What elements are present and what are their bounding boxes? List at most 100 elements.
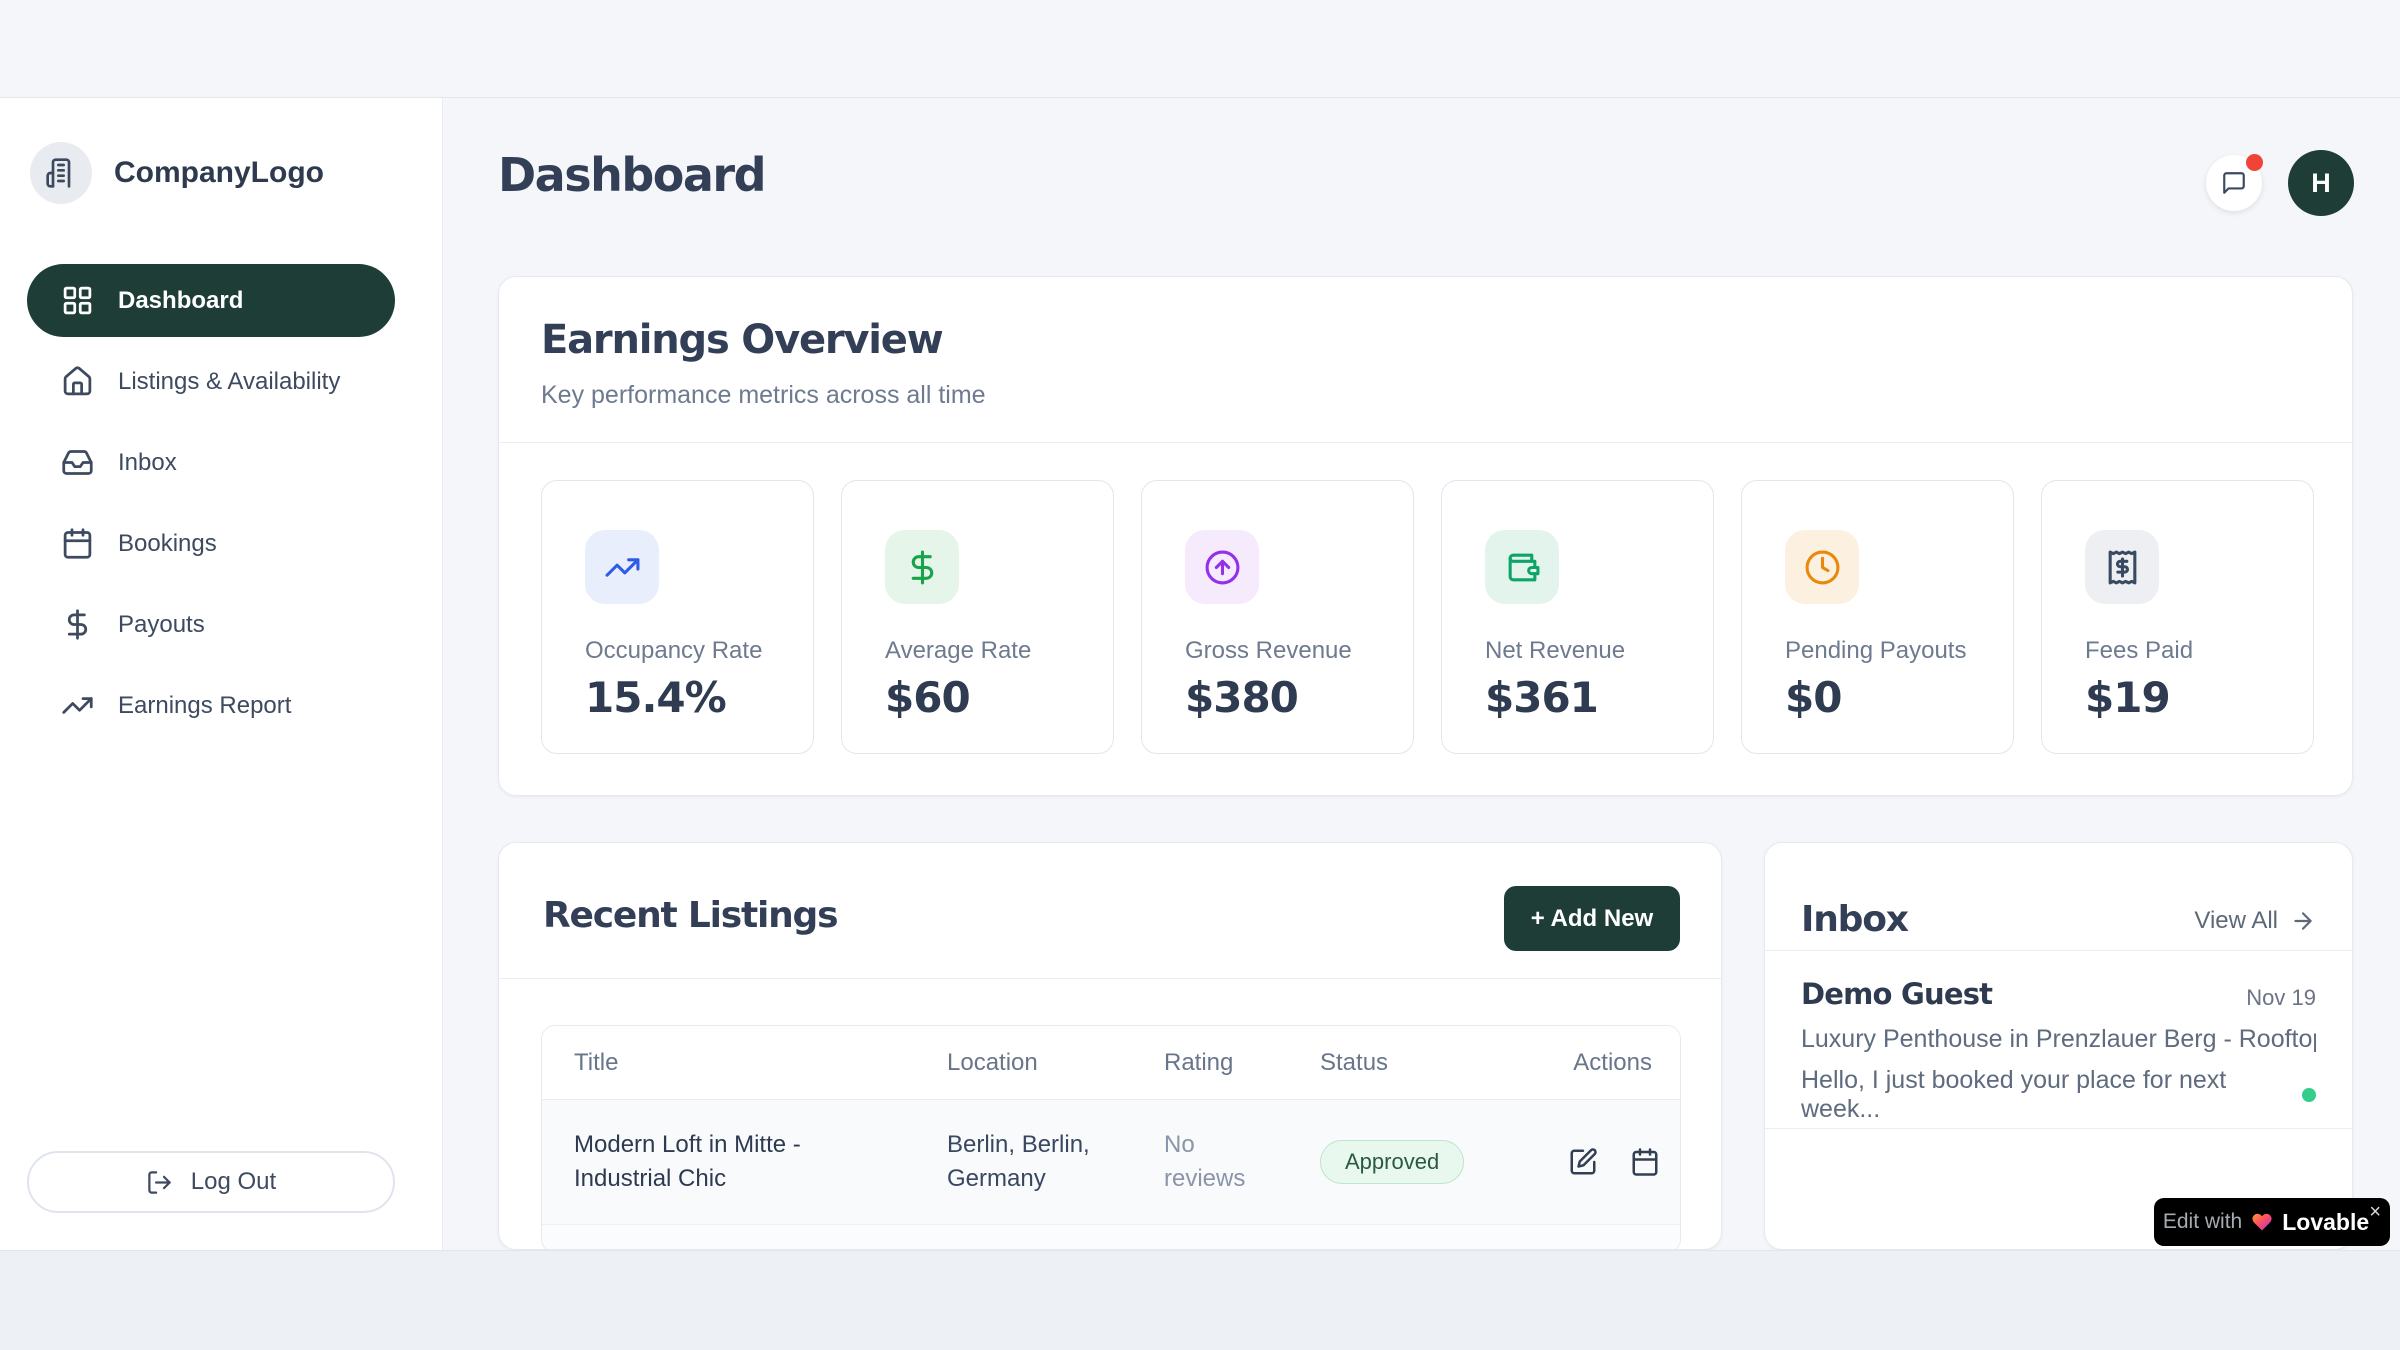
message-square-icon: [2221, 170, 2247, 196]
trending-up-icon: [61, 689, 94, 722]
message-sender: Demo Guest: [1801, 977, 1992, 1011]
metric-value: $60: [885, 673, 970, 722]
clock-icon: [1785, 530, 1859, 604]
metric-card-net-revenue: Net Revenue $361: [1441, 480, 1714, 754]
recent-listings-card: Recent Listings + Add New Title Location…: [498, 842, 1722, 1250]
metric-card-average-rate: Average Rate $60: [841, 480, 1114, 754]
sidebar-item-payouts[interactable]: Payouts: [27, 588, 395, 661]
edit-pencil-icon: [1568, 1147, 1598, 1177]
sidebar-item-inbox[interactable]: Inbox: [27, 426, 395, 499]
column-header-actions: Actions: [1568, 1049, 1652, 1077]
app-canvas: CompanyLogo Dashboard: [0, 0, 2400, 1350]
column-header-status: Status: [1320, 1049, 1568, 1077]
sidebar-item-label: Earnings Report: [118, 692, 291, 720]
listings-table: Title Location Rating Status Actions Mod…: [541, 1025, 1681, 1250]
inbox-message-item[interactable]: Demo Guest Nov 19 Luxury Penthouse in Pr…: [1765, 951, 2352, 1129]
divider: [499, 978, 1721, 979]
calendar-icon: [61, 527, 94, 560]
page-title: Dashboard: [498, 148, 765, 202]
metric-value: $0: [1785, 673, 1841, 722]
calendar-action-button[interactable]: [1630, 1147, 1660, 1177]
sidebar-item-label: Payouts: [118, 611, 205, 639]
close-icon[interactable]: ×: [2369, 1200, 2381, 1224]
wallet-icon: [1485, 530, 1559, 604]
inbox-icon: [61, 446, 94, 479]
listing-rating: No reviews: [1164, 1128, 1264, 1196]
sidebar-item-label: Dashboard: [118, 287, 243, 315]
edit-with-lovable-badge[interactable]: Edit with Lovable ×: [2154, 1198, 2390, 1246]
metric-value: $19: [2085, 673, 2170, 722]
chat-button[interactable]: [2206, 155, 2262, 211]
metrics-row: Occupancy Rate 15.4% Average Rate $60: [541, 480, 2314, 754]
metric-label: Average Rate: [885, 637, 1031, 665]
message-date: Nov 19: [2246, 977, 2316, 1011]
lovable-brand-label: Lovable: [2282, 1209, 2369, 1236]
calendar-icon: [1630, 1147, 1660, 1177]
arrow-right-icon: [2290, 908, 2316, 934]
metric-card-occupancy-rate: Occupancy Rate 15.4%: [541, 480, 814, 754]
metric-value: $380: [1185, 673, 1298, 722]
metric-card-pending-payouts: Pending Payouts $0: [1741, 480, 2014, 754]
lovable-prefix: Edit with: [2163, 1210, 2242, 1234]
metric-label: Occupancy Rate: [585, 637, 762, 665]
house-icon: [61, 365, 94, 398]
company-logo: CompanyLogo: [30, 142, 324, 204]
building-icon: [30, 142, 92, 204]
column-header-rating: Rating: [1164, 1049, 1320, 1077]
metric-card-fees-paid: Fees Paid $19: [2041, 480, 2314, 754]
message-subject: Luxury Penthouse in Prenzlauer Berg - Ro…: [1801, 1025, 2316, 1054]
metric-label: Gross Revenue: [1185, 637, 1352, 665]
desktop-background-strip: [0, 1250, 2400, 1350]
company-logo-text: CompanyLogo: [114, 156, 324, 190]
view-all-label: View All: [2194, 907, 2278, 935]
earnings-title: Earnings Overview: [541, 317, 942, 363]
add-new-button[interactable]: + Add New: [1504, 886, 1680, 951]
earnings-subtitle: Key performance metrics across all time: [541, 381, 986, 410]
trending-up-icon: [585, 530, 659, 604]
recent-listings-title: Recent Listings: [543, 895, 837, 936]
table-row-partial: [542, 1225, 1680, 1250]
lovable-heart-icon: [2251, 1211, 2273, 1233]
column-header-title: Title: [574, 1049, 947, 1077]
sidebar-item-bookings[interactable]: Bookings: [27, 507, 395, 580]
message-preview: Hello, I just booked your place for next…: [1801, 1066, 2302, 1124]
logout-label: Log Out: [191, 1168, 276, 1196]
row-actions: [1568, 1147, 1660, 1177]
inbox-card: Inbox View All Demo Guest Nov 19 Luxury …: [1764, 842, 2353, 1250]
divider: [499, 442, 2352, 443]
listing-location: Berlin, Berlin, Germany: [947, 1128, 1122, 1196]
sidebar-item-listings[interactable]: Listings & Availability: [27, 345, 395, 418]
unread-dot: [2302, 1088, 2316, 1102]
circle-arrow-up-icon: [1185, 530, 1259, 604]
view-all-link[interactable]: View All: [2194, 907, 2316, 935]
edit-listing-button[interactable]: [1568, 1147, 1598, 1177]
sidebar-nav: Dashboard Listings & Availability: [27, 264, 395, 742]
metric-label: Fees Paid: [2085, 637, 2193, 665]
listing-title: Modern Loft in Mitte - Industrial Chic: [574, 1128, 854, 1196]
sidebar: CompanyLogo Dashboard: [0, 98, 443, 1250]
notification-dot: [2246, 154, 2263, 171]
layout-grid-icon: [61, 284, 94, 317]
sidebar-item-earnings-report[interactable]: Earnings Report: [27, 669, 395, 742]
table-row: Modern Loft in Mitte - Industrial Chic B…: [542, 1100, 1680, 1225]
status-badge: Approved: [1320, 1140, 1464, 1184]
avatar[interactable]: H: [2288, 150, 2354, 216]
sidebar-item-label: Inbox: [118, 449, 177, 477]
sidebar-item-label: Bookings: [118, 530, 217, 558]
metric-value: 15.4%: [585, 673, 726, 722]
metric-value: $361: [1485, 673, 1598, 722]
receipt-icon: [2085, 530, 2159, 604]
inbox-title: Inbox: [1801, 899, 1908, 940]
column-header-location: Location: [947, 1049, 1164, 1077]
sidebar-item-dashboard[interactable]: Dashboard: [27, 264, 395, 337]
metric-label: Net Revenue: [1485, 637, 1625, 665]
dollar-sign-icon: [61, 608, 94, 641]
table-header-row: Title Location Rating Status Actions: [542, 1026, 1680, 1100]
sidebar-item-label: Listings & Availability: [118, 368, 340, 396]
metric-card-gross-revenue: Gross Revenue $380: [1141, 480, 1414, 754]
dollar-sign-icon: [885, 530, 959, 604]
log-out-icon: [146, 1169, 173, 1196]
metric-label: Pending Payouts: [1785, 637, 1966, 665]
earnings-overview-card: Earnings Overview Key performance metric…: [498, 276, 2353, 796]
logout-button[interactable]: Log Out: [27, 1151, 395, 1213]
